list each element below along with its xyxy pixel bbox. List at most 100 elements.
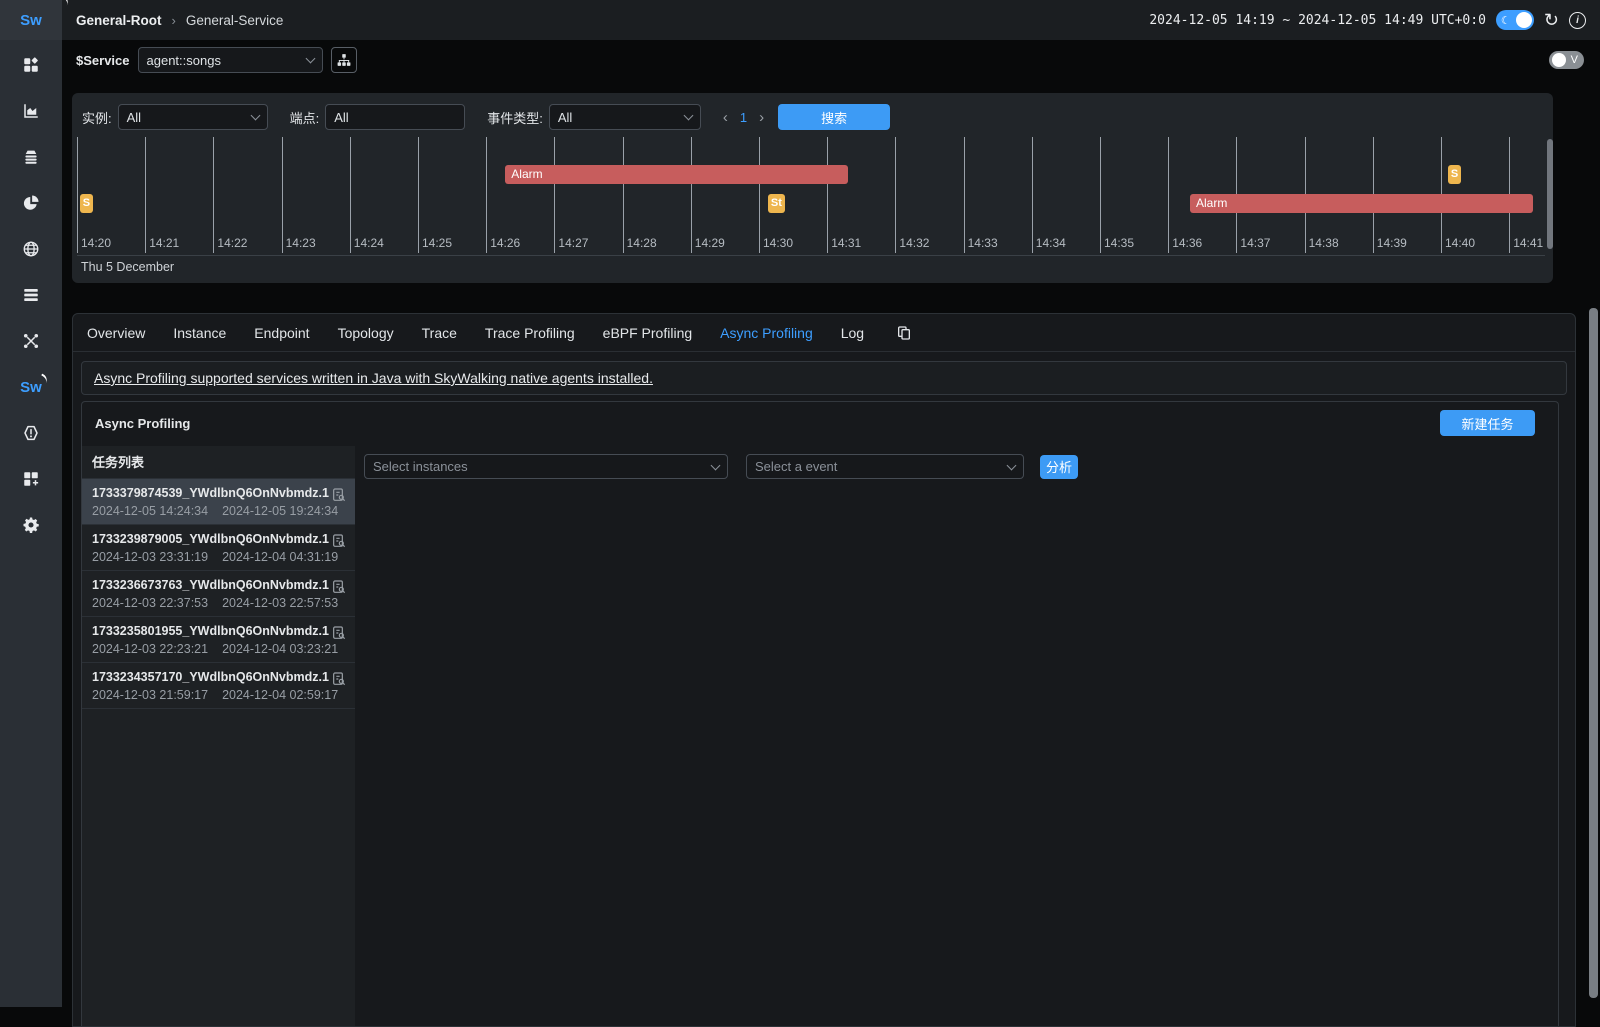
view-mode-toggle[interactable]: V	[1549, 51, 1584, 69]
alarm-event-bar[interactable]: Alarm	[1190, 194, 1533, 213]
task-list-item[interactable]: 1733379874539_YWdlbnQ6OnNvbmdz.12024-12-…	[82, 479, 355, 525]
page-scrollbar[interactable]	[1589, 308, 1598, 998]
profiling-doc-link[interactable]: Async Profiling supported services writt…	[94, 370, 653, 386]
metrics-chart-icon	[22, 102, 40, 120]
task-end-time: 2024-12-04 02:59:17	[222, 688, 338, 702]
analyze-button[interactable]: 分析	[1040, 455, 1078, 479]
service-label: $Service	[76, 53, 130, 68]
sidebar-item-widgets-icon[interactable]	[21, 470, 41, 488]
timeline-tick-label: 14:35	[1104, 236, 1134, 250]
tab-trace[interactable]: Trace	[422, 325, 457, 341]
task-view-button[interactable]	[331, 579, 347, 600]
logo-swoosh	[60, 0, 70, 5]
task-list-item[interactable]: 1733235801955_YWdlbnQ6OnNvbmdz.12024-12-…	[82, 617, 355, 663]
pie-chart-icon	[22, 194, 40, 212]
alarm-event-bar[interactable]: Alarm	[505, 165, 847, 184]
breadcrumb: General-Root › General-Service	[76, 13, 283, 28]
event-badge[interactable]: S	[80, 194, 93, 213]
tab-endpoint[interactable]: Endpoint	[254, 325, 309, 341]
new-task-button[interactable]: 新建任务	[1440, 410, 1535, 436]
instance-filter-label: 实例:	[82, 108, 112, 127]
timeline-tick-label: 14:24	[354, 236, 384, 250]
sidebar-item-alert-icon[interactable]	[21, 424, 41, 442]
task-end-time: 2024-12-04 04:31:19	[222, 550, 338, 564]
sidebar-item-database-icon[interactable]	[21, 148, 41, 166]
service-topology-button[interactable]	[331, 47, 357, 73]
endpoint-filter-input[interactable]: All	[325, 104, 465, 130]
database-icon	[22, 148, 40, 166]
timeline-gridline	[350, 137, 351, 253]
task-view-button[interactable]	[331, 487, 347, 508]
event-pagination: ‹ 1 ›	[723, 109, 764, 126]
timeline-gridline	[1100, 137, 1101, 253]
task-list-item[interactable]: 1733236673763_YWdlbnQ6OnNvbmdz.1 2024-12-…	[82, 571, 355, 617]
timeline-gridline	[145, 137, 146, 253]
search-button[interactable]: 搜索	[778, 104, 890, 130]
copy-icon[interactable]	[896, 325, 912, 341]
tab-topology[interactable]: Topology	[338, 325, 394, 341]
timeline-scrollbar[interactable]	[1547, 139, 1553, 249]
timeline-gridline	[554, 137, 555, 253]
timeline-gridline	[759, 137, 760, 253]
task-detail-icon	[331, 487, 347, 503]
tab-overview[interactable]: Overview	[87, 325, 145, 341]
task-start-time: 2024-12-05 14:24:34	[92, 504, 208, 518]
task-id: 1733236673763_YWdlbnQ6OnNvbmdz.1	[92, 578, 325, 592]
timeline-gridline	[895, 137, 896, 253]
view-toggle-label: V	[1571, 54, 1578, 66]
task-id: 1733234357170_YWdlbnQ6OnNvbmdz.1	[92, 670, 325, 684]
event-select[interactable]: Select a event	[746, 454, 1024, 479]
task-start-time: 2024-12-03 21:59:17	[92, 688, 208, 702]
timeline-tick-label: 14:37	[1240, 236, 1270, 250]
task-end-time: 2024-12-03 22:57:53	[222, 596, 338, 610]
sidebar-item-topology-icon[interactable]	[21, 332, 41, 350]
info-icon[interactable]: i	[1569, 12, 1586, 29]
timeline-gridline	[691, 137, 692, 253]
time-range-picker[interactable]: 2024-12-05 14:19 ~ 2024-12-05 14:49 UTC+…	[1149, 13, 1486, 28]
task-view-button[interactable]	[331, 625, 347, 646]
tab-instance[interactable]: Instance	[173, 325, 226, 341]
timeline-tick-label: 14:34	[1036, 236, 1066, 250]
sidebar-item-service-list-icon[interactable]	[21, 286, 41, 304]
sidebar-item-pie-chart-icon[interactable]	[21, 194, 41, 212]
tab-async-profiling[interactable]: Async Profiling	[720, 325, 813, 341]
sidebar: Sw	[0, 0, 62, 1007]
sidebar-item-metrics-chart-icon[interactable]	[21, 102, 41, 120]
task-view-button[interactable]	[331, 533, 347, 554]
tab-trace-profiling[interactable]: Trace Profiling	[485, 325, 575, 341]
timeline-chart[interactable]: 14:2014:2114:2214:2314:2414:2514:2614:27…	[77, 137, 1545, 255]
event-type-filter-select[interactable]: All	[549, 104, 701, 130]
refresh-icon[interactable]: ↻	[1544, 11, 1559, 29]
topology-icon	[22, 332, 40, 350]
event-badge[interactable]: St	[768, 194, 785, 213]
widgets-icon	[22, 470, 40, 488]
task-start-time: 2024-12-03 23:31:19	[92, 550, 208, 564]
breadcrumb-root[interactable]: General-Root	[76, 13, 162, 28]
service-select[interactable]: agent::songs	[138, 47, 323, 73]
instances-select-placeholder: Select instances	[373, 459, 468, 474]
instance-filter-select[interactable]: All	[118, 104, 268, 130]
sidebar-item-globe-icon[interactable]	[21, 240, 41, 258]
tab-log[interactable]: Log	[841, 325, 864, 341]
sidebar-item-dashboard-icon[interactable]	[21, 56, 41, 74]
event-badge[interactable]: S	[1448, 165, 1461, 184]
settings-icon	[22, 516, 40, 534]
timeline-tick-label: 14:30	[763, 236, 793, 250]
timeline-gridline	[418, 137, 419, 253]
dark-mode-toggle[interactable]: ☾	[1496, 10, 1534, 30]
sidebar-item-skywalking-logo[interactable]: Sw	[21, 378, 41, 396]
task-list-item[interactable]: 1733239879005_YWdlbnQ6OnNvbmdz.12024-12-…	[82, 525, 355, 571]
event-type-filter-value: All	[558, 110, 572, 125]
timeline-gridline	[1032, 137, 1033, 253]
task-list-item[interactable]: 1733234357170_YWdlbnQ6OnNvbmdz.1 2024-12-…	[82, 663, 355, 709]
next-page-button[interactable]: ›	[759, 109, 764, 126]
prev-page-button[interactable]: ‹	[723, 109, 728, 126]
timeline-gridline	[213, 137, 214, 253]
tab-ebpf-profiling[interactable]: eBPF Profiling	[603, 325, 692, 341]
event-type-filter-label: 事件类型:	[487, 108, 543, 127]
app-logo[interactable]: Sw	[0, 0, 62, 40]
instances-select[interactable]: Select instances	[364, 454, 728, 479]
breadcrumb-current[interactable]: General-Service	[186, 13, 284, 28]
task-view-button[interactable]	[331, 671, 347, 692]
sidebar-item-settings-icon[interactable]	[21, 516, 41, 534]
